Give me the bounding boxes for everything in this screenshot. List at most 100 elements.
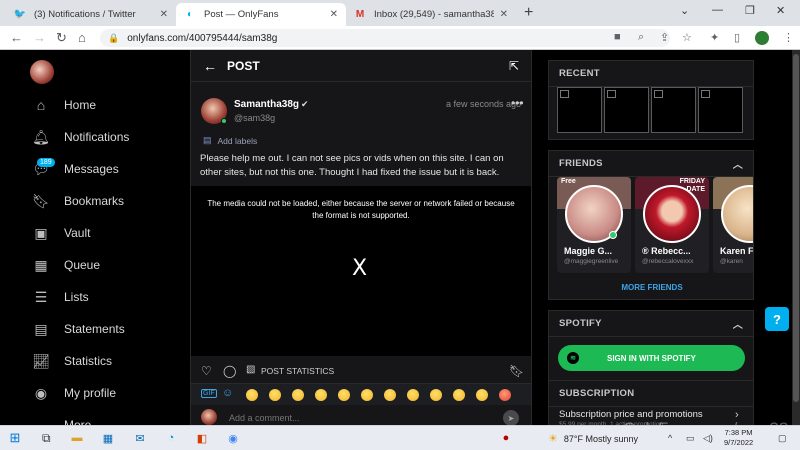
sidebar-item-notifications[interactable]: 🔔︎ Notifications [32,125,129,149]
zoom-icon[interactable]: ⌕ [638,31,644,44]
task-view-icon[interactable]: ⧉ [42,431,51,446]
tab-label: Inbox (29,549) - samantha38g@gm [374,9,494,20]
camera-icon[interactable]: ■ [614,31,621,43]
emoji-icon[interactable] [384,389,396,401]
chevron-up-icon[interactable]: ^ [668,433,672,443]
sidepanel-icon[interactable]: ▯ [734,31,740,44]
panel-header[interactable]: SPOTIFY ︿ [549,311,753,337]
sun-icon: ☀ [548,433,558,445]
bookmark-icon[interactable]: 🔖︎ [509,364,524,378]
friend-card[interactable]: FRIDAY DATE ® Rebecc... @rebeccalovexxx [635,177,709,273]
notification-icon[interactable]: ▢ [778,433,787,444]
emoji-icon[interactable] [246,389,258,401]
media-error-icon: X [352,256,368,281]
tab-gmail[interactable]: M Inbox (29,549) - samantha38g@gm ✕ [346,3,516,26]
sidebar-item-home[interactable]: ⌂ Home [32,93,96,117]
friends-panel: FRIENDS ︿ Free Maggie G... @maggiegreenl… [548,150,754,300]
emoji-icon[interactable] [453,389,465,401]
weather-text: 87°F Mostly sunny [563,433,639,444]
mail-icon[interactable]: ✉ [133,431,147,445]
sidebar-item-statements[interactable]: ▤ Statements [32,317,124,341]
office-icon[interactable]: ◧ [195,431,209,445]
media-player[interactable]: The media could not be loaded, either be… [191,186,531,356]
file-explorer-icon[interactable]: ▬ [70,431,84,445]
home-button[interactable]: ⌂ [78,30,86,45]
sidebar-item-my-profile[interactable]: ◉ My profile [32,381,116,405]
close-icon[interactable]: ✕ [500,9,508,20]
emoji-icon[interactable] [269,389,281,401]
recent-thumbnail[interactable] [651,87,696,133]
profile-avatar[interactable] [755,31,769,45]
comment-input[interactable] [229,413,479,423]
menu-icon[interactable]: ⋮ [783,31,794,44]
author-handle[interactable]: @sam38g [234,113,275,123]
emoji-icon[interactable] [338,389,350,401]
clock[interactable]: 7:38 PM 9/7/2022 [724,428,753,448]
sidebar-item-vault[interactable]: ▣ Vault [32,221,90,245]
panel-header[interactable]: FRIENDS ︿ [549,151,753,177]
back-button[interactable]: ← [10,30,23,45]
url-field[interactable]: 🔒 onlyfans.com/400795444/sam38g [100,29,670,47]
windows-start-icon[interactable]: ⊞ [8,430,22,445]
recent-thumbnail[interactable] [557,87,602,133]
network-icon[interactable]: ▭ [686,433,695,444]
friend-card[interactable]: Free Maggie G... @maggiegreenlive [557,177,631,273]
scrollbar-thumb[interactable] [793,54,799,402]
store-icon[interactable]: ▦ [101,431,115,445]
sidebar-item-queue[interactable]: ▦ Queue [32,253,100,277]
sidebar-item-statistics[interactable]: 📈︎ Statistics [32,349,112,373]
extensions-icon[interactable]: ✦ [710,31,719,44]
close-icon[interactable]: ✕ [160,9,168,20]
recent-thumbnail[interactable] [604,87,649,133]
sidebar-item-bookmarks[interactable]: 🔖︎ Bookmarks [32,189,124,213]
tab-onlyfans[interactable]: ◐ Post — OnlyFans ✕ [176,3,346,26]
reload-button[interactable]: ↻ [56,30,67,46]
add-labels-button[interactable]: ▤ Add labels [203,135,257,146]
help-button[interactable]: ? [765,307,789,331]
volume-icon[interactable]: ◁) [703,433,713,444]
author-name[interactable]: Samantha38g [234,99,299,110]
emoji-icon[interactable] [430,389,442,401]
verified-icon: ✔︎ [301,99,309,109]
close-window-button[interactable]: ✕ [776,4,785,17]
weather-widget[interactable]: ☀ 87°F Mostly sunny [548,432,638,445]
emoji-icon[interactable] [315,389,327,401]
tab-twitter[interactable]: 🐦 (3) Notifications / Twitter ✕ [6,3,176,26]
emoji-icon[interactable] [292,389,304,401]
restore-button[interactable]: ❐ [745,4,755,17]
close-icon[interactable]: ✕ [330,9,338,20]
emoji-picker-icon[interactable]: ☺ [222,387,233,399]
spotify-sign-in-button[interactable]: ≋ SIGN IN WITH SPOTIFY [558,345,745,371]
heart-icon[interactable]: ♡ [201,364,212,378]
recent-thumbnail[interactable] [698,87,743,133]
more-friends-link[interactable]: MORE FRIENDS [549,283,753,292]
scrollbar[interactable] [792,50,800,425]
chevron-down-icon[interactable]: ⌄ [680,4,689,17]
record-icon[interactable]: ● [499,431,513,445]
emoji-icon[interactable] [361,389,373,401]
minimize-button[interactable]: — [712,4,723,16]
gif-button[interactable]: GIF [201,389,217,398]
more-options-icon[interactable]: ••• [511,96,524,110]
star-icon[interactable]: ☆ [682,31,692,44]
share-icon[interactable]: ⇪ [660,31,669,44]
back-arrow-icon[interactable]: ← [203,58,217,74]
comment-icon[interactable]: ◯ [223,364,236,378]
emoji-icon[interactable] [407,389,419,401]
edge-icon[interactable]: ◔ [164,431,178,445]
sidebar-item-lists[interactable]: ☰ Lists [32,285,89,309]
chevron-up-icon[interactable]: ︿ [733,156,743,171]
friend-card[interactable]: Karen Fi @karen [713,177,753,273]
panel-title: SPOTIFY [559,318,602,329]
chevron-up-icon[interactable]: ︿ [733,316,743,331]
send-icon[interactable]: ➤ [503,410,519,426]
chrome-icon[interactable]: ◉ [226,431,240,445]
avatar[interactable] [30,60,54,84]
taskbar: ⊞ ⧉ ▬ ▦ ✉ ◔ ◧ ◉ ● ☀ 87°F Mostly sunny ^ … [0,425,800,450]
post-statistics-button[interactable]: POST STATISTICS [261,366,334,376]
emoji-icon[interactable] [499,389,511,401]
new-tab-button[interactable]: + [524,4,533,22]
emoji-icon[interactable] [476,389,488,401]
forward-button[interactable]: → [33,30,46,45]
share-icon[interactable]: ⇱ [509,59,519,73]
